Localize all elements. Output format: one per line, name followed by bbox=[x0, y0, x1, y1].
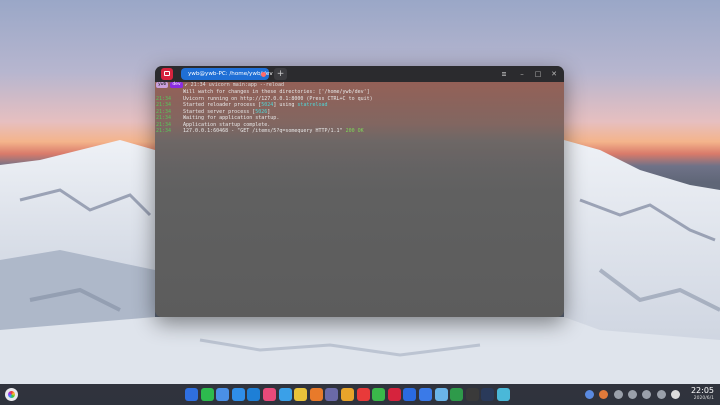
typora-icon[interactable] bbox=[481, 388, 495, 401]
terminal-content[interactable]: ywb dev ✔ 21:34 uvicorn main:app --reload … bbox=[155, 82, 564, 317]
wechat-icon[interactable] bbox=[200, 388, 214, 401]
power-icon[interactable] bbox=[642, 390, 652, 399]
maximize-button[interactable]: □ bbox=[532, 68, 544, 80]
wifi-icon[interactable] bbox=[627, 390, 637, 399]
prompt-user-segment: ywb bbox=[156, 82, 169, 88]
terminal-app-icon bbox=[161, 68, 173, 80]
terminal-icon[interactable] bbox=[387, 388, 401, 401]
chrome-icon[interactable] bbox=[294, 388, 308, 401]
pid-value: 5026 bbox=[255, 108, 268, 115]
terminal-window[interactable]: ywb@ywb-PC: /home/ywb/dev + – □ ✕ ywb dev… bbox=[155, 66, 564, 317]
notification-bell-icon[interactable] bbox=[670, 390, 680, 399]
close-button[interactable]: ✕ bbox=[548, 68, 560, 80]
hamburger-icon[interactable] bbox=[498, 68, 510, 80]
jetbrains-icon[interactable] bbox=[263, 388, 276, 401]
clock-time: 22:05 bbox=[690, 386, 714, 395]
files-icon[interactable] bbox=[278, 388, 292, 401]
line-timestamp: 21:34 bbox=[156, 128, 172, 134]
desktop-wallpaper: ywb@ywb-PC: /home/ywb/dev + – □ ✕ ywb dev… bbox=[0, 0, 720, 405]
tab-close-icon[interactable] bbox=[261, 71, 266, 77]
wps-writer-icon[interactable] bbox=[185, 388, 198, 401]
reloader-name: statreload bbox=[297, 102, 328, 108]
add-tab-button[interactable]: + bbox=[274, 68, 287, 80]
terminal-tab[interactable]: ywb@ywb-PC: /home/ywb/dev bbox=[181, 68, 273, 80]
grid-app-icon[interactable] bbox=[309, 388, 323, 401]
vscode-icon[interactable] bbox=[247, 388, 261, 401]
taskbar: 22:05 2020/6/1 bbox=[0, 384, 720, 405]
tab-title: ywb@ywb-PC: /home/ywb/dev bbox=[188, 71, 273, 77]
feather-icon[interactable] bbox=[216, 388, 230, 401]
clock[interactable]: 22:05 2020/6/1 bbox=[691, 386, 714, 402]
prompt-dir-segment: dev bbox=[170, 82, 183, 88]
chevron-right-icon[interactable] bbox=[656, 390, 666, 399]
terminal-empty-area bbox=[155, 142, 564, 317]
http-status: 200 OK bbox=[345, 128, 364, 134]
store-icon[interactable] bbox=[419, 388, 432, 401]
minimize-button[interactable]: – bbox=[516, 68, 528, 80]
pinwheel-icon[interactable] bbox=[372, 388, 386, 401]
netease-music-icon[interactable] bbox=[356, 388, 370, 401]
clock-date: 2020/6/1 bbox=[693, 396, 714, 401]
window-titlebar[interactable]: ywb@ywb-PC: /home/ywb/dev + – □ ✕ bbox=[155, 66, 564, 82]
prompt-line: ywb dev ✔ 21:34 uvicorn main:app --reload bbox=[155, 82, 564, 89]
code-editor-icon[interactable] bbox=[497, 388, 510, 401]
checkmark-icon[interactable] bbox=[341, 388, 354, 401]
line-text: 127.0.0.1:60468 - "GET /items/5?q=somequ… bbox=[183, 128, 364, 134]
network-icon[interactable] bbox=[585, 390, 594, 399]
settings-icon[interactable] bbox=[325, 388, 339, 401]
media-player-icon[interactable] bbox=[465, 388, 479, 401]
browser-icon[interactable] bbox=[231, 388, 245, 401]
prompt-command: ✔ 21:34 uvicorn main:app --reload bbox=[184, 82, 284, 88]
app-tray-icon[interactable] bbox=[599, 390, 609, 399]
torrent-icon[interactable] bbox=[450, 388, 464, 401]
output-line: 21:34 127.0.0.1:60468 - "GET /items/5?q=… bbox=[155, 128, 564, 135]
volume-icon[interactable] bbox=[613, 390, 623, 399]
launcher-icon[interactable] bbox=[5, 388, 18, 401]
pid-value: 5024 bbox=[261, 102, 274, 108]
screenshot-icon[interactable] bbox=[434, 388, 448, 401]
wps-icon[interactable] bbox=[403, 388, 417, 401]
